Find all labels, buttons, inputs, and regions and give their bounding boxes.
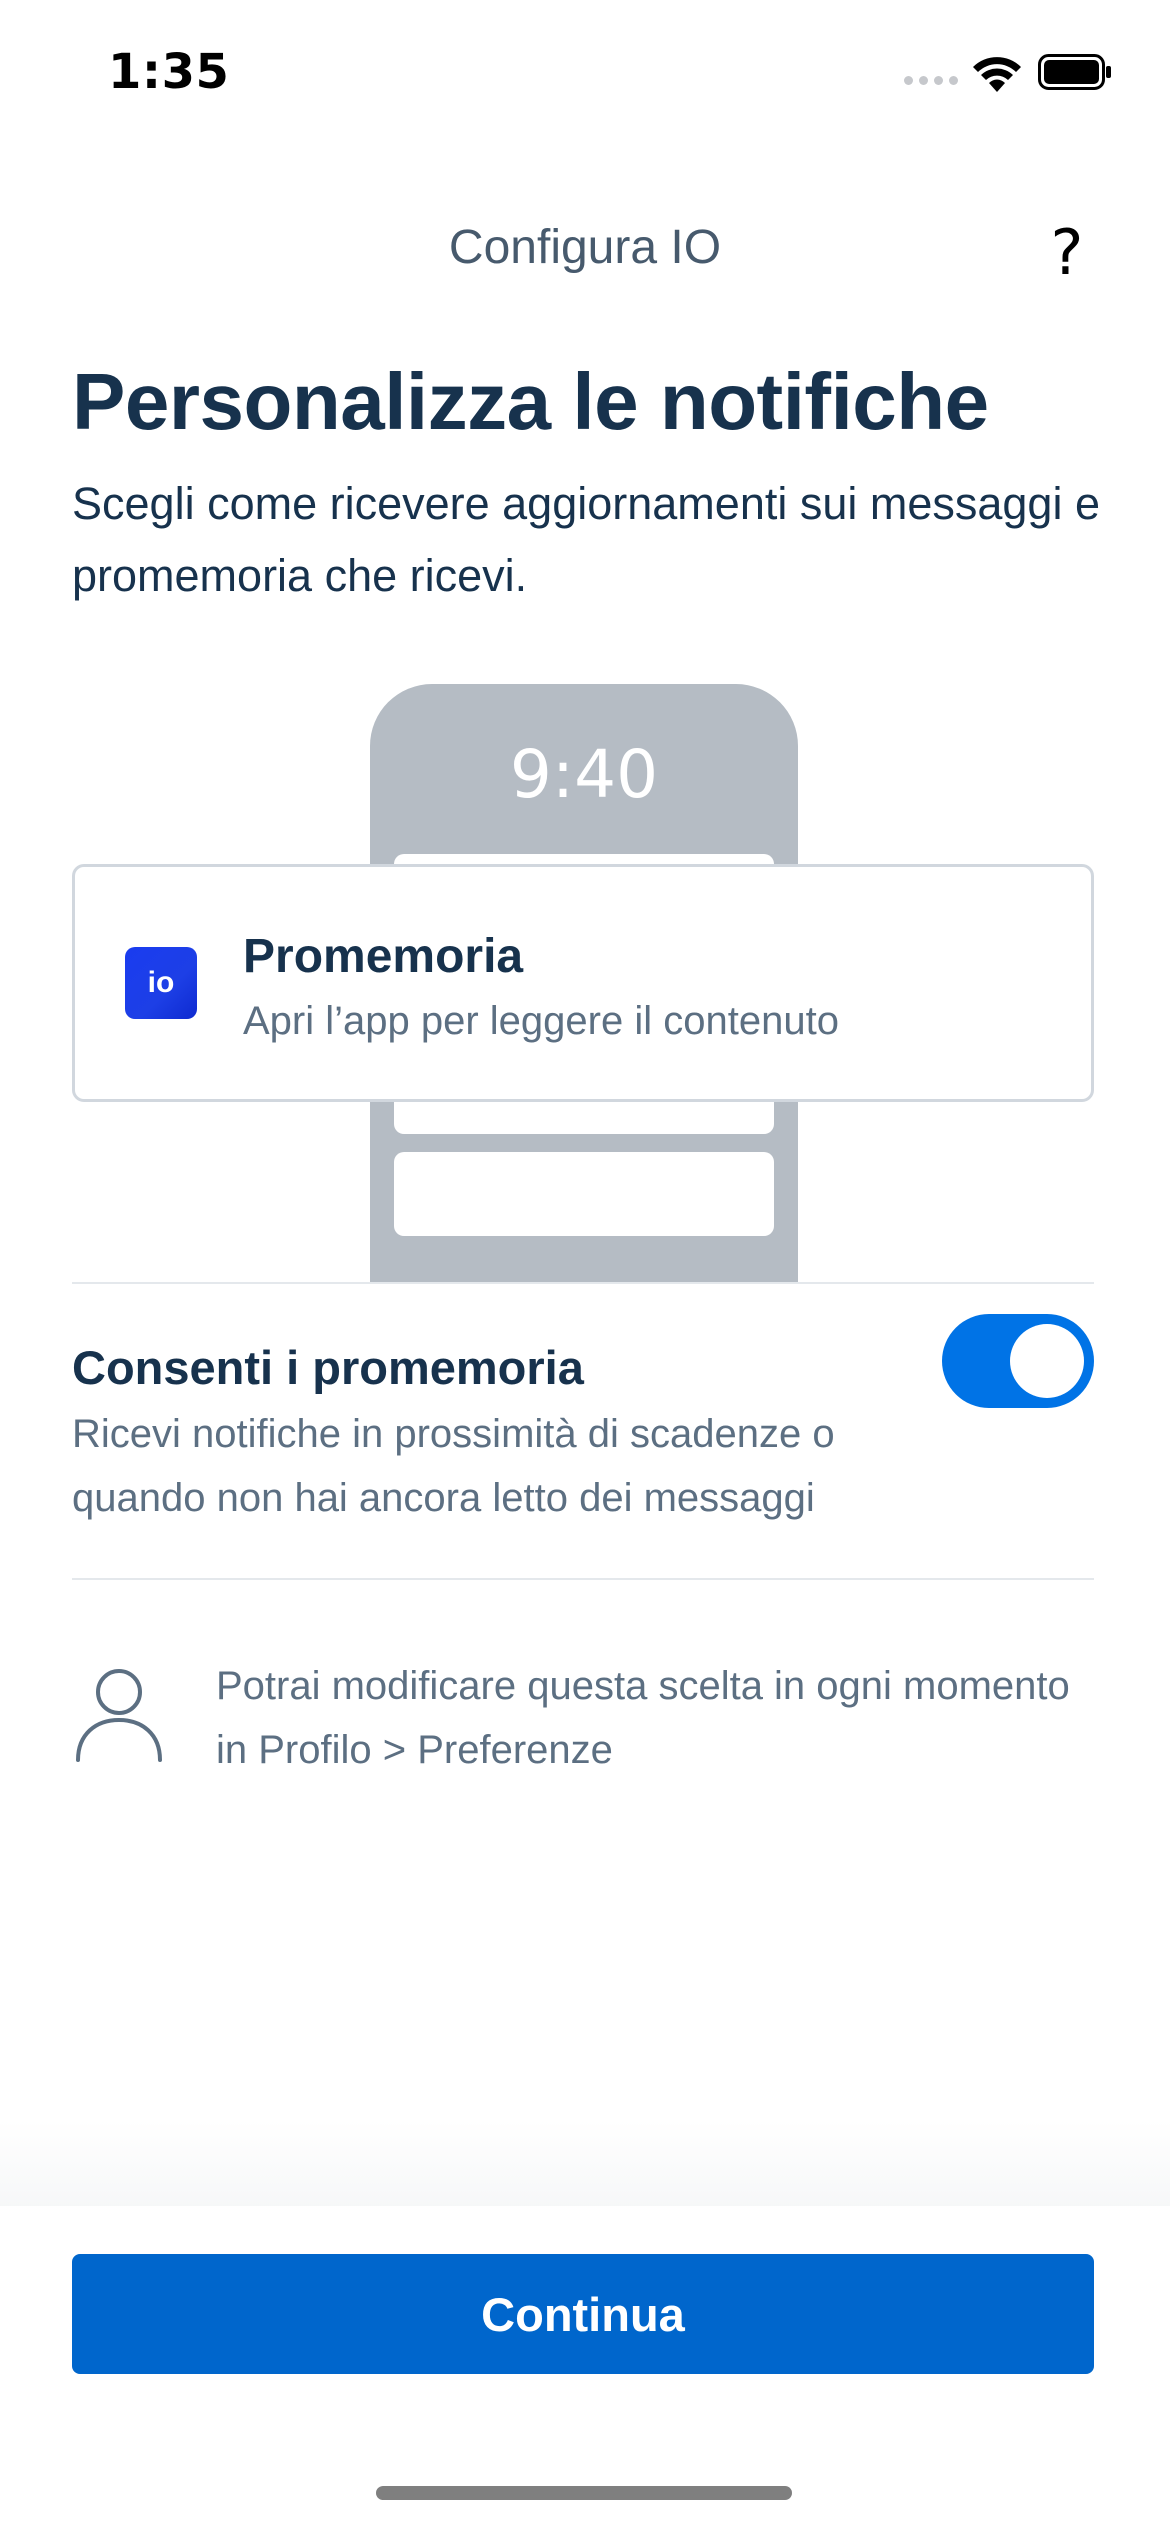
- notification-title: Promemoria: [243, 930, 524, 983]
- divider: [72, 1282, 1094, 1284]
- reminders-toggle[interactable]: [942, 1314, 1094, 1408]
- status-time: 1:35: [108, 44, 230, 100]
- phone-time: 9:40: [509, 736, 659, 813]
- help-icon[interactable]: ?: [1040, 218, 1094, 288]
- divider: [72, 1578, 1094, 1580]
- setting-description: Ricevi notifiche in prossimità di scaden…: [72, 1412, 835, 1520]
- user-icon: [76, 1669, 162, 1762]
- page-title: Personalizza le notifiche: [72, 357, 989, 446]
- home-indicator: [376, 2486, 792, 2500]
- info-text: Potrai modificare questa scelta in ogni …: [216, 1664, 1070, 1772]
- phone-card: [394, 1152, 774, 1236]
- notification-preview: io Promemoria Apri l’app per leggere il …: [72, 864, 1094, 1102]
- io-app-icon: io: [125, 947, 197, 1019]
- header-title: Configura IO: [448, 221, 722, 274]
- setting-title: Consenti i promemoria: [72, 1341, 584, 1394]
- continue-button[interactable]: Continua: [72, 2254, 1094, 2374]
- page-subtitle: Scegli come ricevere aggiornamenti sui m…: [72, 478, 1100, 601]
- toggle-knob: [1010, 1324, 1084, 1398]
- footer-fade: [0, 2120, 1170, 2210]
- cellular-signal-icon: [904, 76, 960, 88]
- battery-icon: [1038, 54, 1111, 90]
- notification-body: Apri l’app per leggere il contenuto: [243, 999, 839, 1043]
- wifi-icon: [973, 57, 1021, 92]
